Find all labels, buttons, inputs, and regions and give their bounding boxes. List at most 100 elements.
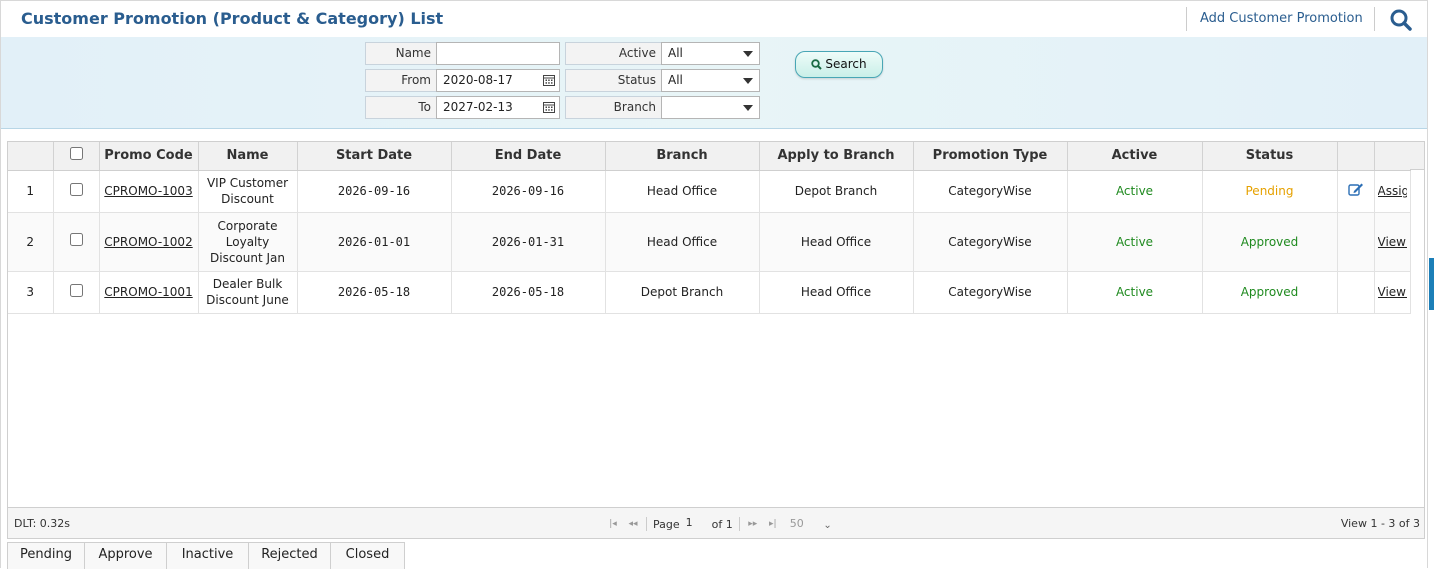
action-cell: View Cust [1374, 271, 1411, 314]
filter-panel: Name From 2020-08-17 To 2027-02-13 Activ… [1, 37, 1427, 129]
active-select-value: All [668, 46, 683, 60]
status-cell: Approved [1202, 212, 1338, 272]
col-edit-header [1337, 142, 1375, 171]
select-all-checkbox[interactable] [69, 147, 83, 161]
dropdown-arrow-icon [743, 51, 753, 57]
divider [1186, 7, 1187, 31]
branch-cell: Depot Branch [605, 271, 760, 314]
row-checkbox[interactable] [69, 182, 83, 196]
calendar-icon[interactable] [543, 74, 555, 86]
promotion-type-cell: CategoryWise [913, 212, 1068, 272]
dropdown-arrow-icon [743, 78, 753, 84]
row-number: 2 [8, 212, 54, 272]
status-label: Status [565, 69, 662, 92]
col-rownum-header [8, 142, 54, 171]
col-header[interactable]: Promotion Type [913, 142, 1068, 171]
promo-code-cell: CPROMO-1003 [99, 170, 199, 213]
end-date-cell: 2026-01-31 [451, 212, 606, 272]
page-size-value: 50 [789, 517, 804, 530]
search-icon[interactable] [1389, 9, 1413, 31]
tab-approve[interactable]: Approve [85, 543, 167, 569]
active-select[interactable]: All [661, 42, 760, 65]
apply-branch-cell: Head Office [759, 212, 914, 272]
view-cust-link[interactable]: View Cust [1378, 234, 1407, 250]
active-cell: Active [1067, 170, 1203, 213]
col-header[interactable]: Branch [605, 142, 760, 171]
row-number: 1 [8, 170, 54, 213]
tab-pending[interactable]: Pending [7, 543, 85, 569]
promo-code-cell: CPROMO-1001 [99, 271, 199, 314]
page-size-select[interactable]: 50 ⌄ [786, 516, 834, 532]
active-cell: Active [1067, 212, 1203, 272]
promo-code-link[interactable]: CPROMO-1002 [104, 235, 192, 249]
next-page-icon[interactable]: ▸▸ [746, 517, 760, 531]
name-cell: VIP Customer Discount [198, 170, 298, 213]
tab-rejected[interactable]: Rejected [249, 543, 331, 569]
row-checkbox-cell [53, 212, 100, 272]
last-page-icon[interactable]: ▸| [766, 517, 780, 531]
add-customer-promotion-link[interactable]: Add Customer Promotion [1200, 11, 1363, 26]
search-button-label: Search [825, 57, 867, 71]
row-checkbox[interactable] [69, 233, 83, 246]
promotion-type-cell: CategoryWise [913, 271, 1068, 314]
start-date-cell: 2026-09-16 [297, 170, 452, 213]
header-scroll-corner [1410, 142, 1424, 170]
promotion-table: Promo Code Name Start Date End Date Bran… [8, 142, 1411, 314]
edit-cell [1337, 271, 1375, 314]
apply-branch-cell: Depot Branch [759, 170, 914, 213]
col-header[interactable]: Status [1202, 142, 1338, 171]
table-row[interactable]: 1 CPROMO-1003 VIP Customer Discount 2026… [8, 170, 1411, 213]
tab-closed[interactable]: Closed [331, 543, 405, 569]
status-select[interactable]: All [661, 69, 760, 92]
col-header[interactable]: Promo Code [99, 142, 199, 171]
name-cell: Corporate Loyalty Discount Jan [198, 212, 298, 272]
view-cust-link[interactable]: View Cust [1378, 284, 1407, 300]
col-header[interactable]: Active [1067, 142, 1203, 171]
table-row[interactable]: 2 CPROMO-1002 Corporate Loyalty Discount… [8, 212, 1411, 272]
search-icon [811, 59, 823, 70]
to-label: To [365, 96, 437, 119]
edit-icon[interactable] [1347, 182, 1364, 196]
edit-cell [1337, 212, 1375, 272]
col-select-header [53, 142, 100, 171]
end-date-cell: 2026-05-18 [451, 271, 606, 314]
title-bar: Customer Promotion (Product & Category) … [1, 1, 1427, 37]
view-info: View 1 - 3 of 3 [1340, 517, 1420, 530]
tab-inactive[interactable]: Inactive [167, 543, 249, 569]
active-cell: Active [1067, 271, 1203, 314]
pager-bar: DLT: 0.32s |◂ ◂◂ Page 1 of 1 ▸▸ ▸| 50 ⌄ V… [7, 507, 1425, 539]
chevron-down-icon: ⌄ [823, 520, 832, 531]
prev-page-icon[interactable]: ◂◂ [626, 517, 640, 531]
promo-code-link[interactable]: CPROMO-1003 [104, 184, 192, 198]
end-date-cell: 2026-09-16 [451, 170, 606, 213]
row-checkbox-cell [53, 170, 100, 213]
search-button[interactable]: Search [795, 51, 883, 78]
promo-code-cell: CPROMO-1002 [99, 212, 199, 272]
first-page-icon[interactable]: |◂ [606, 517, 620, 531]
divider [738, 517, 740, 531]
pagination-controls: |◂ ◂◂ Page 1 of 1 ▸▸ ▸| 50 ⌄ [606, 515, 834, 533]
assign-cust-link[interactable]: Assign Cust [1378, 183, 1407, 199]
col-header[interactable]: End Date [451, 142, 606, 171]
promo-code-link[interactable]: CPROMO-1001 [104, 285, 192, 299]
divider [646, 517, 647, 531]
row-checkbox[interactable] [69, 283, 83, 297]
calendar-icon[interactable] [543, 101, 555, 113]
col-header[interactable]: Name [198, 142, 298, 171]
to-date-input[interactable]: 2027-02-13 [436, 96, 560, 119]
branch-cell: Head Office [605, 212, 760, 272]
start-date-cell: 2026-01-01 [297, 212, 452, 272]
col-header[interactable]: Start Date [297, 142, 452, 171]
page-title: Customer Promotion (Product & Category) … [21, 9, 444, 28]
page-scrollbar-thumb[interactable] [1429, 258, 1434, 310]
promotion-type-cell: CategoryWise [913, 170, 1068, 213]
col-header[interactable]: Apply to Branch [759, 142, 914, 171]
page-input[interactable]: 1 [686, 516, 706, 532]
action-cell: Assign Cust [1374, 170, 1411, 213]
name-input[interactable] [436, 42, 560, 65]
from-date-input[interactable]: 2020-08-17 [436, 69, 560, 92]
action-cell: View Cust [1374, 212, 1411, 272]
branch-select[interactable] [661, 96, 760, 119]
table-row[interactable]: 3 CPROMO-1001 Dealer Bulk Discount June … [8, 271, 1411, 314]
promotion-grid: Promo Code Name Start Date End Date Bran… [7, 141, 1425, 539]
